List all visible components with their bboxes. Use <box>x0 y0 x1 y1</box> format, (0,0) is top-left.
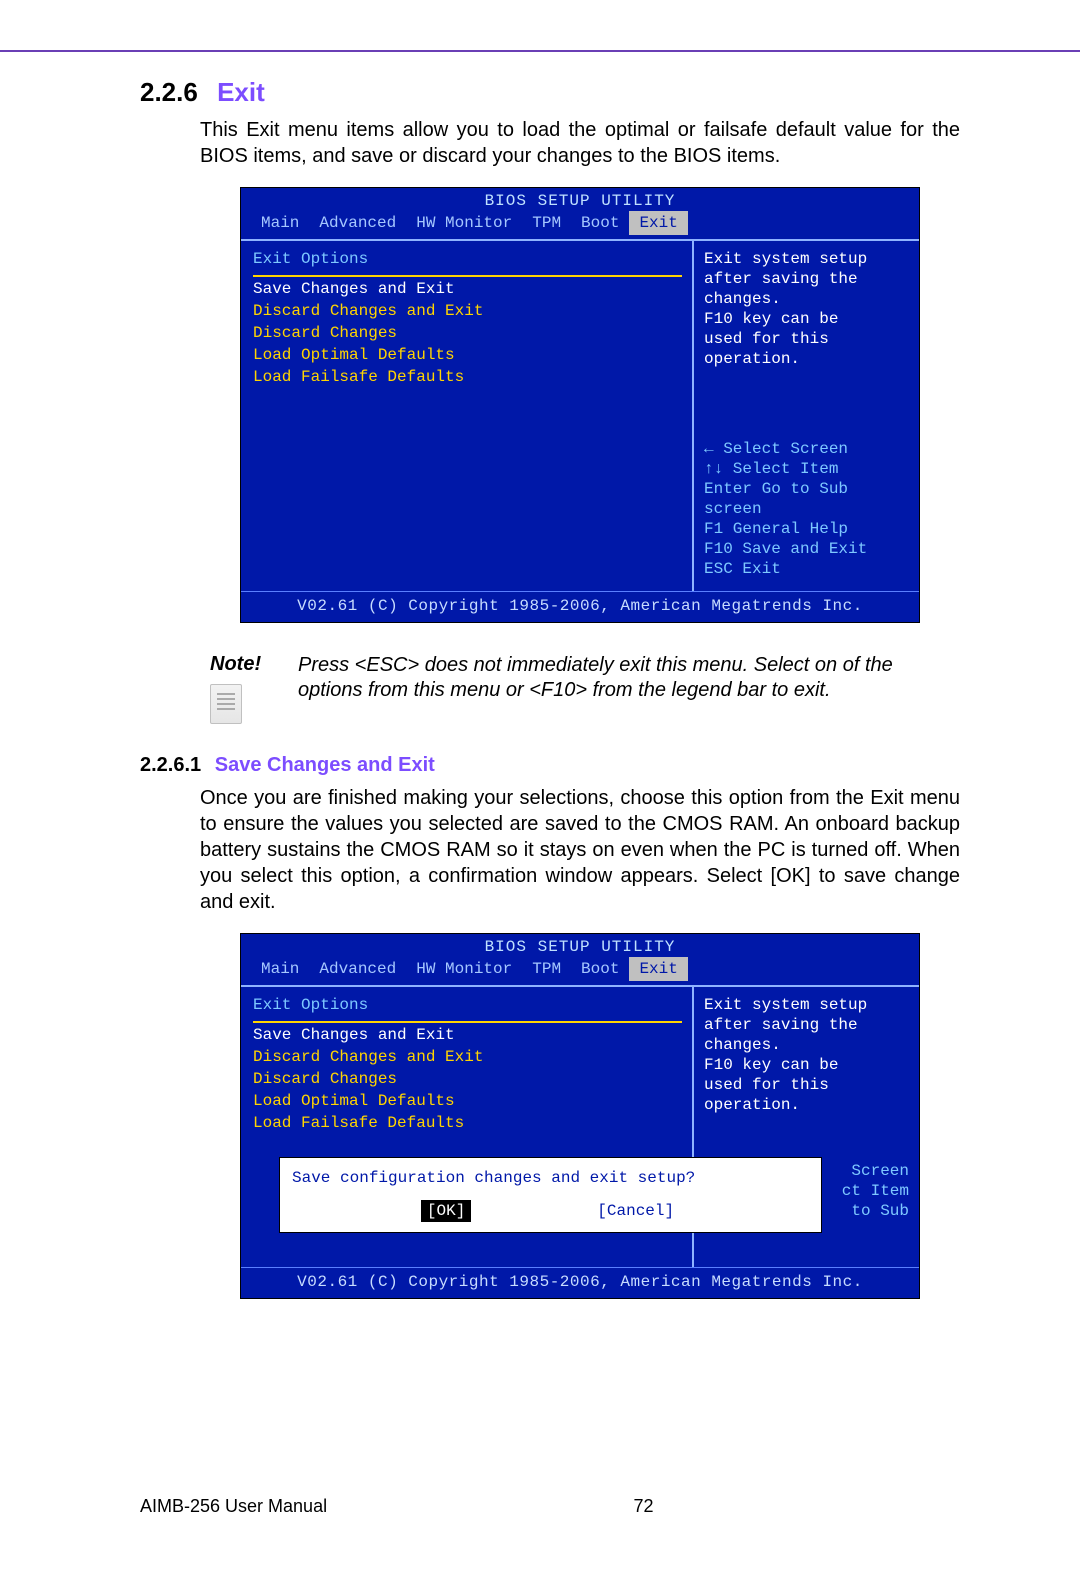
bios-title: BIOS SETUP UTILITY <box>241 188 919 211</box>
page-footer: AIMB-256 User Manual 72 <box>140 1496 960 1517</box>
help-line: F10 key can be <box>704 1055 909 1075</box>
section-title: Exit <box>217 77 265 107</box>
subsection-heading: 2.2.6.1 Save Changes and Exit <box>140 754 960 777</box>
opt-discard-exit[interactable]: Discard Changes and Exit <box>253 301 682 321</box>
note-icon <box>210 684 242 724</box>
opt-load-failsafe[interactable]: Load Failsafe Defaults <box>253 1113 682 1133</box>
bios-tab-bar: Main Advanced HW Monitor TPM Boot Exit <box>241 211 919 239</box>
help-line: after saving the <box>704 1015 909 1035</box>
tab-exit[interactable]: Exit <box>629 957 687 981</box>
subsection-paragraph: Once you are finished making your select… <box>200 785 960 915</box>
page-number: 72 <box>634 1496 654 1517</box>
section-number: 2.2.6 <box>140 77 198 107</box>
help-line: changes. <box>704 1035 909 1055</box>
note-text: Press <ESC> does not immediately exit th… <box>298 653 960 703</box>
tab-advanced[interactable]: Advanced <box>309 957 406 981</box>
opt-discard[interactable]: Discard Changes <box>253 323 682 343</box>
help-line: Exit system setup <box>704 249 909 269</box>
tab-exit[interactable]: Exit <box>629 211 687 235</box>
bios-title: BIOS SETUP UTILITY <box>241 934 919 957</box>
subsection-title: Save Changes and Exit <box>215 754 435 776</box>
bios-screenshot-1: BIOS SETUP UTILITY Main Advanced HW Moni… <box>240 187 920 623</box>
help-line: operation. <box>704 349 909 369</box>
bios-screenshot-2: BIOS SETUP UTILITY Main Advanced HW Moni… <box>240 933 920 1299</box>
nav-f10: F10 Save and Exit <box>704 539 909 559</box>
opt-load-optimal[interactable]: Load Optimal Defaults <box>253 1091 682 1111</box>
section-heading: 2.2.6 Exit <box>140 77 960 107</box>
tab-tpm[interactable]: TPM <box>522 957 571 981</box>
dialog-cancel-button[interactable]: [Cancel] <box>591 1200 680 1222</box>
tab-tpm[interactable]: TPM <box>522 211 571 235</box>
nav-select-screen: ← Select Screen <box>704 439 909 459</box>
bios-copyright: V02.61 (C) Copyright 1985-2006, American… <box>241 591 919 622</box>
exit-options-heading: Exit Options <box>253 995 682 1023</box>
subsection-number: 2.2.6.1 <box>140 754 201 776</box>
help-line: after saving the <box>704 269 909 289</box>
opt-load-failsafe[interactable]: Load Failsafe Defaults <box>253 367 682 387</box>
exit-options-heading: Exit Options <box>253 249 682 277</box>
bios-copyright: V02.61 (C) Copyright 1985-2006, American… <box>241 1267 919 1298</box>
note-block: Note! Press <ESC> does not immediately e… <box>210 653 960 724</box>
nav-esc: ESC Exit <box>704 559 909 579</box>
dialog-prompt: Save configuration changes and exit setu… <box>292 1168 809 1188</box>
note-label: Note! <box>210 653 280 676</box>
help-line: operation. <box>704 1095 909 1115</box>
help-line: used for this <box>704 1075 909 1095</box>
manual-title: AIMB-256 User Manual <box>140 1496 327 1517</box>
opt-discard[interactable]: Discard Changes <box>253 1069 682 1089</box>
tab-main[interactable]: Main <box>251 957 309 981</box>
tab-boot[interactable]: Boot <box>571 211 629 235</box>
nav-select-item: ↑↓ Select Item <box>704 459 909 479</box>
opt-load-optimal[interactable]: Load Optimal Defaults <box>253 345 682 365</box>
nav-screen: screen <box>704 499 909 519</box>
dialog-ok-button[interactable]: [OK] <box>421 1200 471 1222</box>
bios-tab-bar: Main Advanced HW Monitor TPM Boot Exit <box>241 957 919 985</box>
help-line: Exit system setup <box>704 995 909 1015</box>
confirm-dialog: Save configuration changes and exit setu… <box>279 1157 822 1233</box>
tab-boot[interactable]: Boot <box>571 957 629 981</box>
nav-f1: F1 General Help <box>704 519 909 539</box>
help-line: changes. <box>704 289 909 309</box>
help-line: F10 key can be <box>704 309 909 329</box>
tab-advanced[interactable]: Advanced <box>309 211 406 235</box>
tab-hwmonitor[interactable]: HW Monitor <box>406 957 522 981</box>
opt-save-exit[interactable]: Save Changes and Exit <box>253 1025 682 1045</box>
opt-save-exit[interactable]: Save Changes and Exit <box>253 279 682 299</box>
opt-discard-exit[interactable]: Discard Changes and Exit <box>253 1047 682 1067</box>
help-line: used for this <box>704 329 909 349</box>
tab-hwmonitor[interactable]: HW Monitor <box>406 211 522 235</box>
tab-main[interactable]: Main <box>251 211 309 235</box>
intro-paragraph: This Exit menu items allow you to load t… <box>200 117 960 169</box>
nav-enter-sub: Enter Go to Sub <box>704 479 909 499</box>
